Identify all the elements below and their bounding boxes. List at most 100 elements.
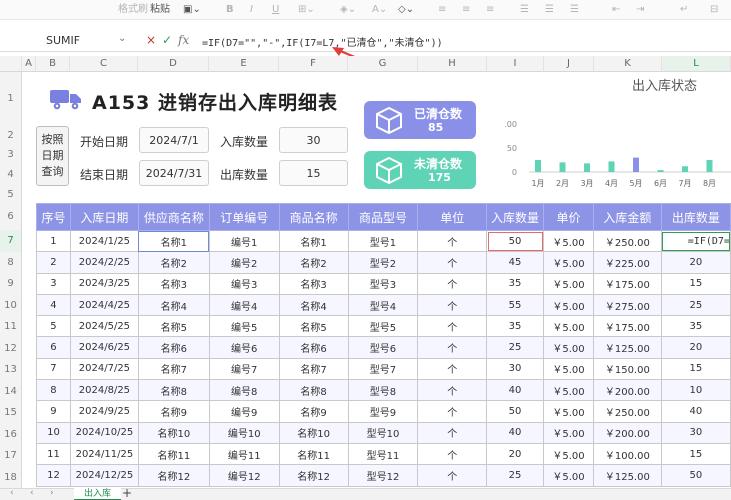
table-cell[interactable]: 个	[417, 464, 488, 487]
table-cell[interactable]: 15	[660, 357, 731, 381]
table-cell[interactable]: ￥150.00	[592, 357, 662, 381]
table-cell[interactable]: 编号12	[208, 464, 280, 487]
table-cell[interactable]: 个	[417, 421, 488, 444]
table-cell[interactable]: 40	[486, 421, 545, 444]
table-cell[interactable]: 型号8	[347, 379, 419, 402]
end-date-field[interactable]: 2024/7/31	[139, 160, 209, 186]
start-date-field[interactable]: 2024/7/1	[139, 127, 209, 153]
border-icon[interactable]: ⊞⌄	[298, 2, 315, 17]
table-cell[interactable]: 型号1	[347, 229, 419, 253]
table-cell[interactable]: 名称10	[137, 421, 210, 444]
column-header[interactable]: A	[22, 56, 36, 72]
row-header[interactable]: 15	[0, 402, 22, 424]
table-cell[interactable]: 名称4	[137, 293, 210, 317]
table-cell[interactable]: 40	[486, 379, 545, 402]
formula-input[interactable]: =IF(D7="","-",IF(I7=L7,"已清仓","未清仓"))	[202, 34, 443, 49]
table-cell[interactable]: 名称9	[278, 400, 349, 423]
confirm-icon[interactable]: ✓	[162, 33, 172, 47]
table-cell[interactable]: 型号10	[347, 421, 419, 444]
table-cell[interactable]: 编号2	[208, 251, 280, 274]
underline-icon[interactable]: U	[272, 2, 279, 17]
table-cell[interactable]: 名称7	[137, 357, 210, 381]
row-header[interactable]: 13	[0, 359, 22, 381]
table-cell[interactable]: 型号12	[347, 464, 419, 487]
format-painter-button[interactable]: 格式刷	[118, 2, 148, 17]
table-cell[interactable]: 编号6	[208, 336, 280, 359]
table-cell[interactable]: 2024/9/25	[69, 400, 139, 423]
table-cell[interactable]: 名称8	[278, 379, 349, 402]
align-bottom-icon[interactable]: ☰	[570, 2, 579, 17]
indent-decrease-icon[interactable]: ⇤	[612, 2, 620, 17]
table-cell[interactable]: 5	[36, 315, 71, 338]
table-cell[interactable]: 名称3	[137, 272, 210, 295]
table-cell[interactable]: ￥125.00	[592, 336, 662, 359]
prev-sheet-icon[interactable]: ‹	[30, 488, 34, 498]
column-header[interactable]: K	[594, 56, 662, 72]
table-cell[interactable]: ￥275.00	[592, 293, 662, 317]
table-cell[interactable]: 个	[417, 229, 488, 253]
table-cell[interactable]: 型号3	[347, 272, 419, 295]
table-cell[interactable]: 45	[486, 251, 545, 274]
table-cell[interactable]: ￥5.00	[543, 442, 594, 466]
table-cell[interactable]: 编号8	[208, 379, 280, 402]
table-cell[interactable]: ￥5.00	[543, 293, 594, 317]
table-cell[interactable]: 10	[36, 421, 71, 444]
align-top-icon[interactable]: ☰	[520, 2, 529, 17]
clipboard-icon[interactable]: ▣⌄	[183, 2, 201, 17]
row-header[interactable]: 6	[0, 203, 22, 230]
column-header[interactable]: C	[70, 56, 138, 72]
table-cell[interactable]: 25	[486, 464, 545, 487]
row-header[interactable]: 3	[0, 146, 22, 164]
column-header[interactable]: H	[418, 56, 487, 72]
table-cell[interactable]: 名称5	[278, 315, 349, 338]
table-cell[interactable]: 2024/6/25	[69, 336, 139, 359]
row-header[interactable]: 4	[0, 164, 22, 186]
table-cell[interactable]: ￥250.00	[592, 400, 662, 423]
row-header[interactable]: 14	[0, 381, 22, 402]
table-cell[interactable]: 个	[417, 357, 488, 381]
eraser-icon[interactable]: ◇⌄	[398, 2, 414, 17]
name-box[interactable]: SUMIF	[46, 34, 80, 47]
row-header[interactable]: 12	[0, 338, 22, 359]
table-cell[interactable]: 编号3	[208, 272, 280, 295]
wrap-text-icon[interactable]: ↵	[680, 2, 688, 17]
table-cell[interactable]: 50	[486, 400, 545, 423]
table-cell[interactable]: 2024/3/25	[69, 272, 139, 295]
fx-icon[interactable]: fx	[178, 33, 189, 47]
table-cell[interactable]: 2024/4/25	[69, 293, 139, 317]
align-right-icon[interactable]: ≡	[486, 2, 494, 17]
table-cell[interactable]: 型号9	[347, 400, 419, 423]
table-cell[interactable]: 2024/1/25	[69, 229, 139, 253]
table-cell[interactable]: 编号10	[208, 421, 280, 444]
row-header[interactable]: 9	[0, 273, 22, 295]
row-header[interactable]: 10	[0, 295, 22, 316]
table-cell[interactable]: 名称2	[278, 251, 349, 274]
table-cell[interactable]: 2024/5/25	[69, 315, 139, 338]
table-cell[interactable]: 2024/10/25	[69, 421, 139, 444]
table-cell[interactable]: 编号4	[208, 293, 280, 317]
table-cell[interactable]: ￥250.00	[592, 229, 662, 253]
table-cell[interactable]: ￥5.00	[543, 379, 594, 402]
table-cell[interactable]: ￥175.00	[592, 272, 662, 295]
table-cell[interactable]: 个	[417, 336, 488, 359]
row-header-selected[interactable]: 7	[0, 230, 22, 252]
table-cell[interactable]: 2024/7/25	[69, 357, 139, 381]
align-middle-icon[interactable]: ☰	[545, 2, 554, 17]
table-cell[interactable]: 20	[660, 251, 731, 274]
table-cell[interactable]: 型号6	[347, 336, 419, 359]
table-cell[interactable]: 型号4	[347, 293, 419, 317]
table-cell[interactable]: ￥125.00	[592, 464, 662, 487]
table-cell[interactable]: 30	[486, 357, 545, 381]
table-cell[interactable]: 2024/8/25	[69, 379, 139, 402]
table-cell[interactable]: 35	[486, 315, 545, 338]
table-cell[interactable]: 名称6	[278, 336, 349, 359]
table-cell[interactable]: 个	[417, 251, 488, 274]
table-cell[interactable]: 名称9	[137, 400, 210, 423]
table-cell[interactable]: 名称2	[137, 251, 210, 274]
table-cell[interactable]: 名称8	[137, 379, 210, 402]
table-cell[interactable]: ￥5.00	[543, 421, 594, 444]
column-header[interactable]: E	[209, 56, 279, 72]
table-cell[interactable]: 名称12	[137, 464, 210, 487]
table-cell[interactable]: 35	[486, 272, 545, 295]
row-header[interactable]: 5	[0, 186, 22, 203]
